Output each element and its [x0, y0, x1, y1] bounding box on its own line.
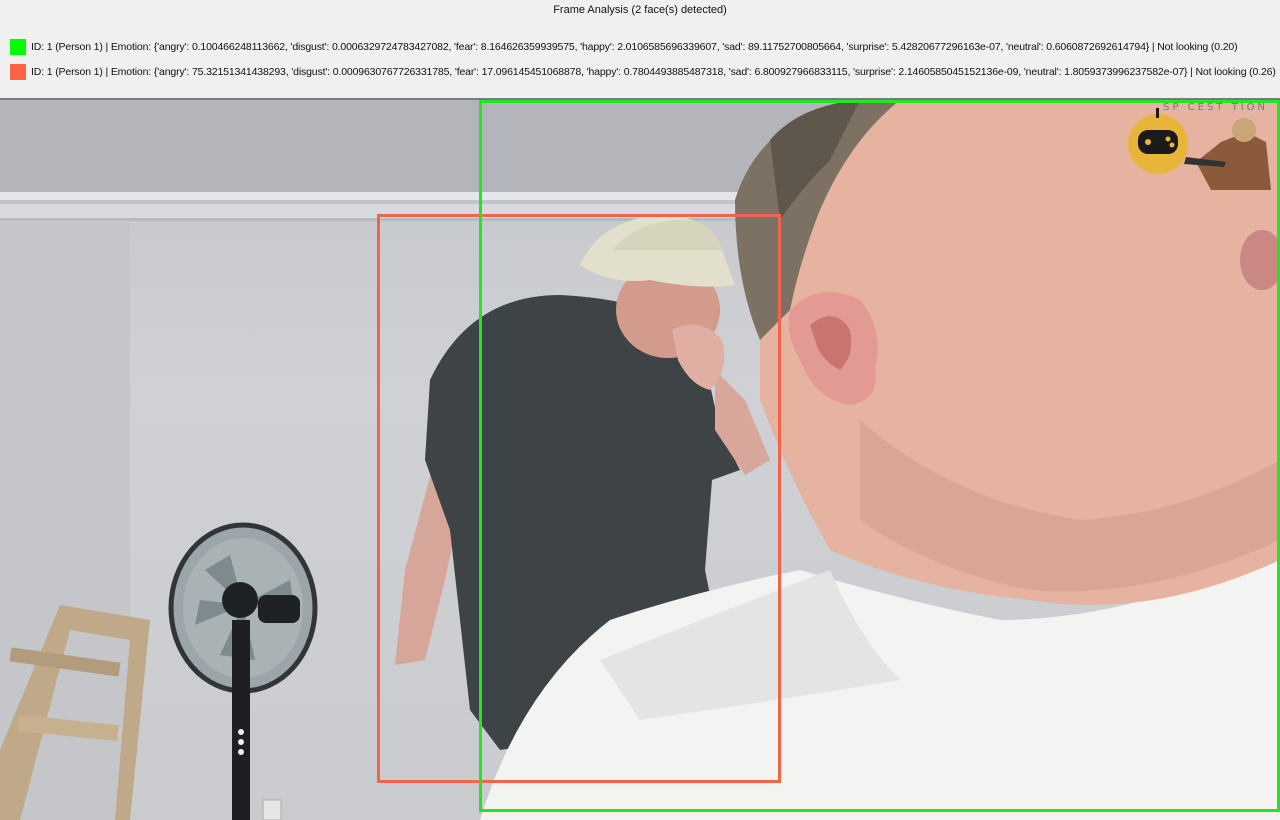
fan-illustration [168, 522, 318, 820]
gamer-mascot-icon [1128, 108, 1271, 190]
green-color-swatch [10, 39, 26, 55]
detection-2-text: ID: 1 (Person 1) | Emotion: {'angry': 75… [31, 66, 1276, 78]
frame-analysis-title: Frame Analysis (2 face(s) detected) [553, 4, 727, 16]
watermark-text: SP CEST TION [1163, 102, 1268, 113]
detection-legend-row-1: ID: 1 (Person 1) | Emotion: {'angry': 0.… [10, 39, 1238, 55]
watermark-logo: SP CEST TION [1126, 102, 1276, 190]
face-detection-box-green [479, 100, 1280, 812]
detection-1-text: ID: 1 (Person 1) | Emotion: {'angry': 0.… [31, 41, 1238, 53]
red-color-swatch [10, 64, 26, 80]
detection-legend-row-2: ID: 1 (Person 1) | Emotion: {'angry': 75… [10, 64, 1276, 80]
video-frame: SP CEST TION [0, 100, 1280, 820]
analysis-header-panel: Frame Analysis (2 face(s) detected) ID: … [0, 0, 1280, 100]
